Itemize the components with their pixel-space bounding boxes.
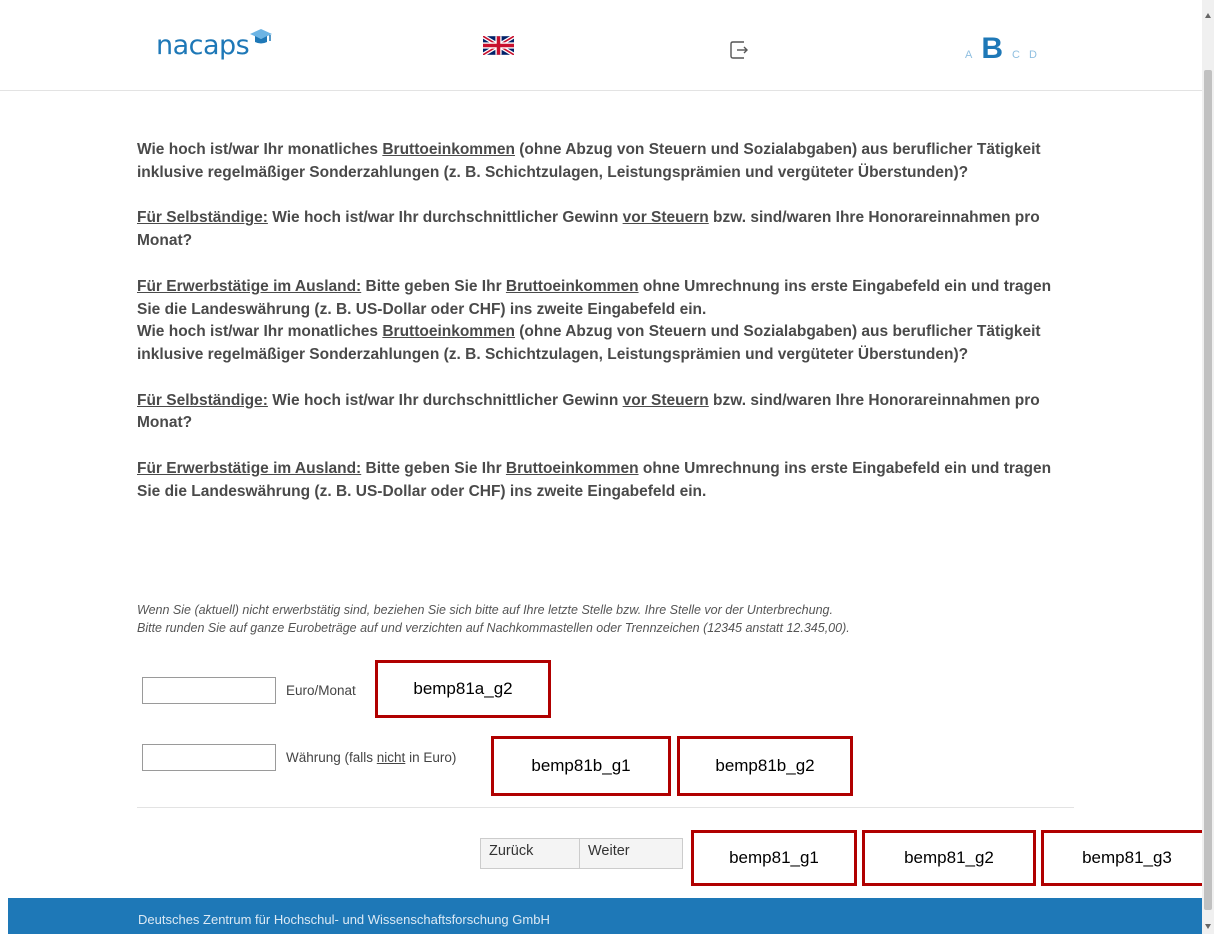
divider bbox=[137, 807, 1074, 808]
annotation-tag: bemp81_g1 bbox=[691, 830, 857, 886]
header: nacaps A B C D bbox=[0, 0, 1202, 91]
version-d-link[interactable]: D bbox=[1029, 49, 1037, 61]
instruction-hint: Wenn Sie (aktuell) nicht erwerbstätig si… bbox=[137, 603, 850, 635]
graduation-cap-icon bbox=[250, 29, 272, 44]
version-c-link[interactable]: C bbox=[1012, 49, 1020, 61]
question-paragraph-selfemployed-repeat: Für Selbständige: Wie hoch ist/war Ihr d… bbox=[137, 391, 1040, 432]
income-input[interactable] bbox=[142, 677, 276, 704]
annotation-tag: bemp81a_g2 bbox=[375, 660, 551, 718]
vertical-scrollbar[interactable] bbox=[1202, 0, 1214, 934]
annotation-tag: bemp81_g2 bbox=[862, 830, 1036, 886]
annotation-tag: bemp81b_g1 bbox=[491, 736, 671, 796]
question-paragraph-income: Wie hoch ist/war Ihr monatliches Bruttoe… bbox=[137, 141, 1041, 181]
term-bruttoeinkommen: Bruttoeinkommen bbox=[382, 141, 515, 158]
question-paragraph-abroad-repeat: Für Erwerbstätige im Ausland: Bitte gebe… bbox=[137, 460, 1052, 500]
scroll-down-arrow-icon[interactable] bbox=[1205, 924, 1211, 929]
footer-text: Deutsches Zentrum für Hochschul- und Wis… bbox=[138, 912, 550, 927]
nacaps-logo[interactable]: nacaps bbox=[156, 30, 250, 61]
question-paragraph-selfemployed: Für Selbständige: Wie hoch ist/war Ihr d… bbox=[137, 209, 1040, 250]
version-b-link[interactable]: B bbox=[981, 32, 1003, 66]
question-paragraph-abroad: Für Erwerbstätige im Ausland: Bitte gebe… bbox=[137, 277, 1052, 318]
scroll-up-arrow-icon[interactable] bbox=[1205, 13, 1211, 18]
currency-input[interactable] bbox=[142, 744, 276, 771]
exit-icon[interactable] bbox=[729, 38, 754, 61]
question-text: Wie hoch ist/war Ihr monatliches Bruttoe… bbox=[137, 139, 1077, 503]
next-button[interactable]: Weiter bbox=[579, 838, 683, 869]
annotation-tag: bemp81b_g2 bbox=[677, 736, 853, 796]
currency-label: Währung (falls nicht in Euro) bbox=[286, 750, 457, 765]
income-row: Euro/Monat bbox=[142, 677, 356, 704]
uk-flag-icon[interactable] bbox=[483, 36, 514, 55]
income-unit-label: Euro/Monat bbox=[286, 683, 356, 698]
currency-row: Währung (falls nicht in Euro) bbox=[142, 744, 456, 771]
footer: Deutsches Zentrum für Hochschul- und Wis… bbox=[8, 898, 1202, 934]
scrollbar-thumb[interactable] bbox=[1204, 70, 1212, 910]
version-switcher: A B C D bbox=[965, 32, 1037, 65]
version-a-link[interactable]: A bbox=[965, 49, 972, 61]
question-paragraph-income-repeat: Wie hoch ist/war Ihr monatliches Bruttoe… bbox=[137, 323, 1041, 363]
annotation-tag: bemp81_g3 bbox=[1041, 830, 1213, 886]
back-button[interactable]: Zurück bbox=[480, 838, 580, 869]
